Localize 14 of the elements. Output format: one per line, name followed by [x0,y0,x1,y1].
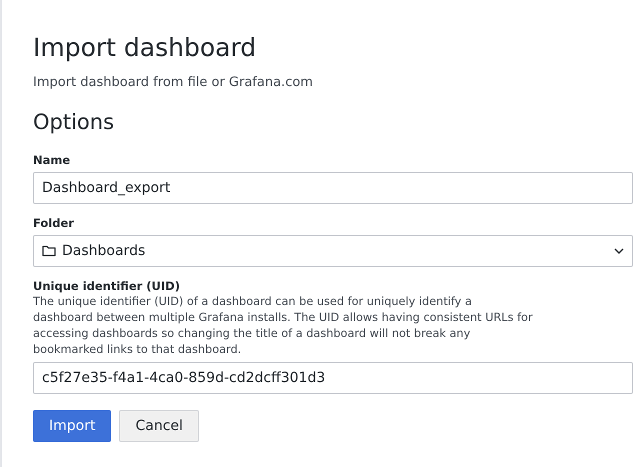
import-button[interactable]: Import [33,410,112,442]
folder-icon [42,245,56,257]
page-subtitle: Import dashboard from file or Grafana.com [33,74,314,92]
field-description: The unique identifier (UID) of a dashboard can be used for uniquely identify a dashboard between multiple Grafana installs. The UID allows having consistent URLs for accessing dashboards so changing the title of a dashboard will not break any bookmarked links to that dashboard. [33,294,533,358]
caret-icon [614,248,624,254]
field-label: Folder [33,216,75,230]
field-label: Unique identifier (UID) [33,279,181,293]
field-label: Name [33,153,72,167]
cancel-button[interactable]: Cancel [119,410,199,442]
section-heading: Options [33,109,116,136]
folder-select[interactable]: Dashboards [33,235,633,267]
input-field[interactable]: Dashboard_export [33,172,633,204]
input-field[interactable]: c5f27e35-f4a1-4ca0-859d-cd2dcff301d3 [33,362,633,394]
page-title: Import dashboard [33,32,258,64]
